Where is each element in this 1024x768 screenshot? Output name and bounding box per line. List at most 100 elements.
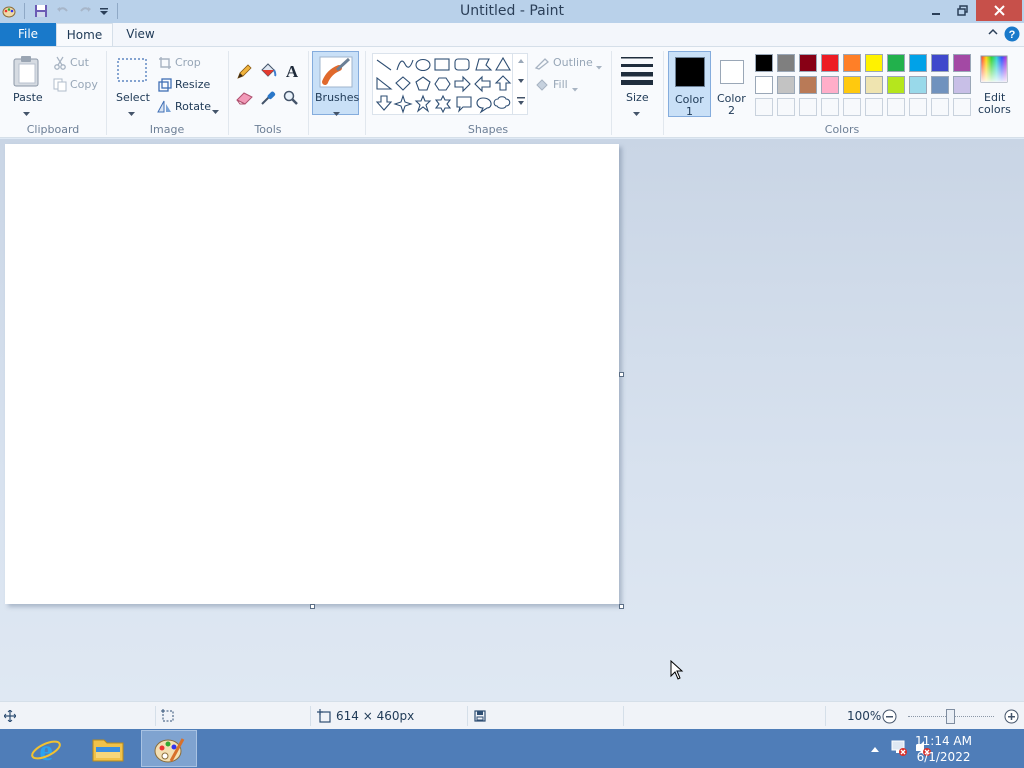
resize-icon[interactable] — [158, 78, 172, 95]
palette-custom-slot[interactable] — [777, 98, 795, 116]
copy-icon[interactable] — [53, 78, 67, 95]
copy-label[interactable]: Copy — [70, 78, 98, 91]
fill-icon[interactable] — [534, 78, 550, 95]
show-hidden-icons-icon[interactable] — [870, 743, 880, 756]
palette-swatch[interactable] — [931, 54, 949, 72]
minimize-ribbon-icon[interactable] — [987, 26, 999, 41]
crop-label[interactable]: Crop — [175, 56, 201, 69]
brushes-button[interactable]: Brushes — [312, 51, 359, 116]
palette-custom-slot[interactable] — [821, 98, 839, 116]
size-icon[interactable] — [620, 55, 654, 88]
size-dropdown-icon[interactable] — [633, 107, 640, 120]
pencil-icon[interactable] — [236, 64, 252, 83]
drawing-canvas[interactable] — [5, 144, 619, 604]
palette-swatch[interactable] — [777, 54, 795, 72]
palette-swatch[interactable] — [865, 76, 883, 94]
help-icon[interactable]: ? — [1004, 26, 1020, 45]
palette-swatch[interactable] — [821, 76, 839, 94]
palette-custom-slot[interactable] — [887, 98, 905, 116]
palette-swatch[interactable] — [953, 54, 971, 72]
fill-dropdown-icon[interactable] — [572, 82, 578, 95]
palette-swatch[interactable] — [799, 54, 817, 72]
outline-icon[interactable] — [534, 56, 550, 73]
system-clock[interactable]: 11:14 AM 6/1/2022 — [915, 733, 972, 765]
right-arrow-shape — [454, 75, 471, 93]
tab-view[interactable]: View — [113, 23, 168, 46]
magnifier-icon[interactable] — [283, 90, 299, 109]
palette-swatch[interactable] — [777, 76, 795, 94]
resize-label[interactable]: Resize — [175, 78, 210, 91]
palette-custom-slot[interactable] — [931, 98, 949, 116]
paint-taskbar-icon[interactable] — [141, 730, 197, 767]
file-size-icon — [474, 710, 486, 725]
palette-custom-slot[interactable] — [865, 98, 883, 116]
restore-button[interactable] — [946, 0, 978, 21]
color2-label-line2: 2 — [728, 104, 735, 117]
zoom-out-icon[interactable] — [882, 709, 897, 727]
resize-handle-right[interactable] — [619, 372, 624, 377]
palette-swatch[interactable] — [887, 76, 905, 94]
palette-custom-slot[interactable] — [755, 98, 773, 116]
palette-custom-slot[interactable] — [953, 98, 971, 116]
oval-callout-shape — [476, 97, 492, 114]
palette-swatch[interactable] — [887, 54, 905, 72]
color-picker-icon[interactable] — [260, 90, 276, 109]
line-shape — [376, 59, 392, 71]
canvas-workspace[interactable] — [0, 139, 1024, 701]
palette-swatch[interactable] — [953, 76, 971, 94]
shapes-scroll[interactable] — [512, 53, 528, 115]
cut-icon[interactable] — [53, 56, 67, 73]
eraser-icon[interactable] — [236, 91, 254, 108]
color1-button[interactable]: Color 1 — [668, 51, 711, 118]
palette-swatch[interactable] — [909, 76, 927, 94]
tab-home[interactable]: Home — [56, 23, 113, 47]
palette-swatch[interactable] — [931, 76, 949, 94]
rotate-icon[interactable] — [157, 99, 172, 116]
select-icon[interactable] — [117, 58, 147, 85]
paste-dropdown-icon[interactable] — [23, 107, 30, 120]
edit-colors-line2[interactable]: colors — [978, 103, 1011, 116]
paste-icon[interactable] — [12, 55, 42, 90]
select-label[interactable]: Select — [116, 91, 150, 104]
select-dropdown-icon[interactable] — [128, 107, 135, 120]
color2-button[interactable]: Color 2 — [712, 51, 752, 117]
internet-explorer-icon[interactable]: e — [18, 730, 74, 767]
palette-swatch[interactable] — [843, 54, 861, 72]
palette-swatch[interactable] — [799, 76, 817, 94]
selection-size-icon — [161, 709, 175, 726]
zoom-in-icon[interactable] — [1004, 709, 1019, 727]
palette-custom-slot[interactable] — [799, 98, 817, 116]
zoom-level: 100% — [847, 709, 882, 723]
cut-label[interactable]: Cut — [70, 56, 89, 69]
palette-swatch[interactable] — [755, 76, 773, 94]
paste-label[interactable]: Paste — [13, 91, 43, 104]
crop-icon[interactable] — [158, 56, 172, 73]
file-explorer-icon[interactable] — [80, 730, 136, 767]
palette-swatch[interactable] — [909, 54, 927, 72]
palette-swatch[interactable] — [821, 54, 839, 72]
palette-custom-slot[interactable] — [909, 98, 927, 116]
network-status-icon[interactable] — [890, 739, 908, 760]
edit-colors-icon[interactable] — [980, 55, 1008, 86]
palette-swatch[interactable] — [843, 76, 861, 94]
fill-label[interactable]: Fill — [553, 78, 568, 91]
fill-bucket-icon[interactable] — [259, 63, 277, 82]
zoom-slider-thumb[interactable] — [946, 709, 955, 724]
outline-label[interactable]: Outline — [553, 56, 593, 69]
text-icon[interactable]: A — [284, 62, 300, 83]
title-bar: Untitled - Paint — [0, 0, 1024, 23]
palette-custom-slot[interactable] — [843, 98, 861, 116]
rotate-label[interactable]: Rotate — [175, 100, 211, 113]
left-arrow-shape — [474, 75, 491, 93]
resize-handle-corner[interactable] — [619, 604, 624, 609]
palette-swatch[interactable] — [865, 54, 883, 72]
palette-swatch[interactable] — [755, 54, 773, 72]
tab-file[interactable]: File — [0, 23, 56, 46]
close-button[interactable] — [976, 0, 1022, 21]
rotate-dropdown-icon[interactable] — [212, 105, 219, 118]
taskbar: e 11:14 AM 6/1/2022 — [0, 729, 1024, 768]
resize-handle-bottom[interactable] — [310, 604, 315, 609]
size-label[interactable]: Size — [626, 91, 649, 104]
outline-dropdown-icon[interactable] — [596, 60, 602, 73]
status-separator — [623, 706, 624, 726]
